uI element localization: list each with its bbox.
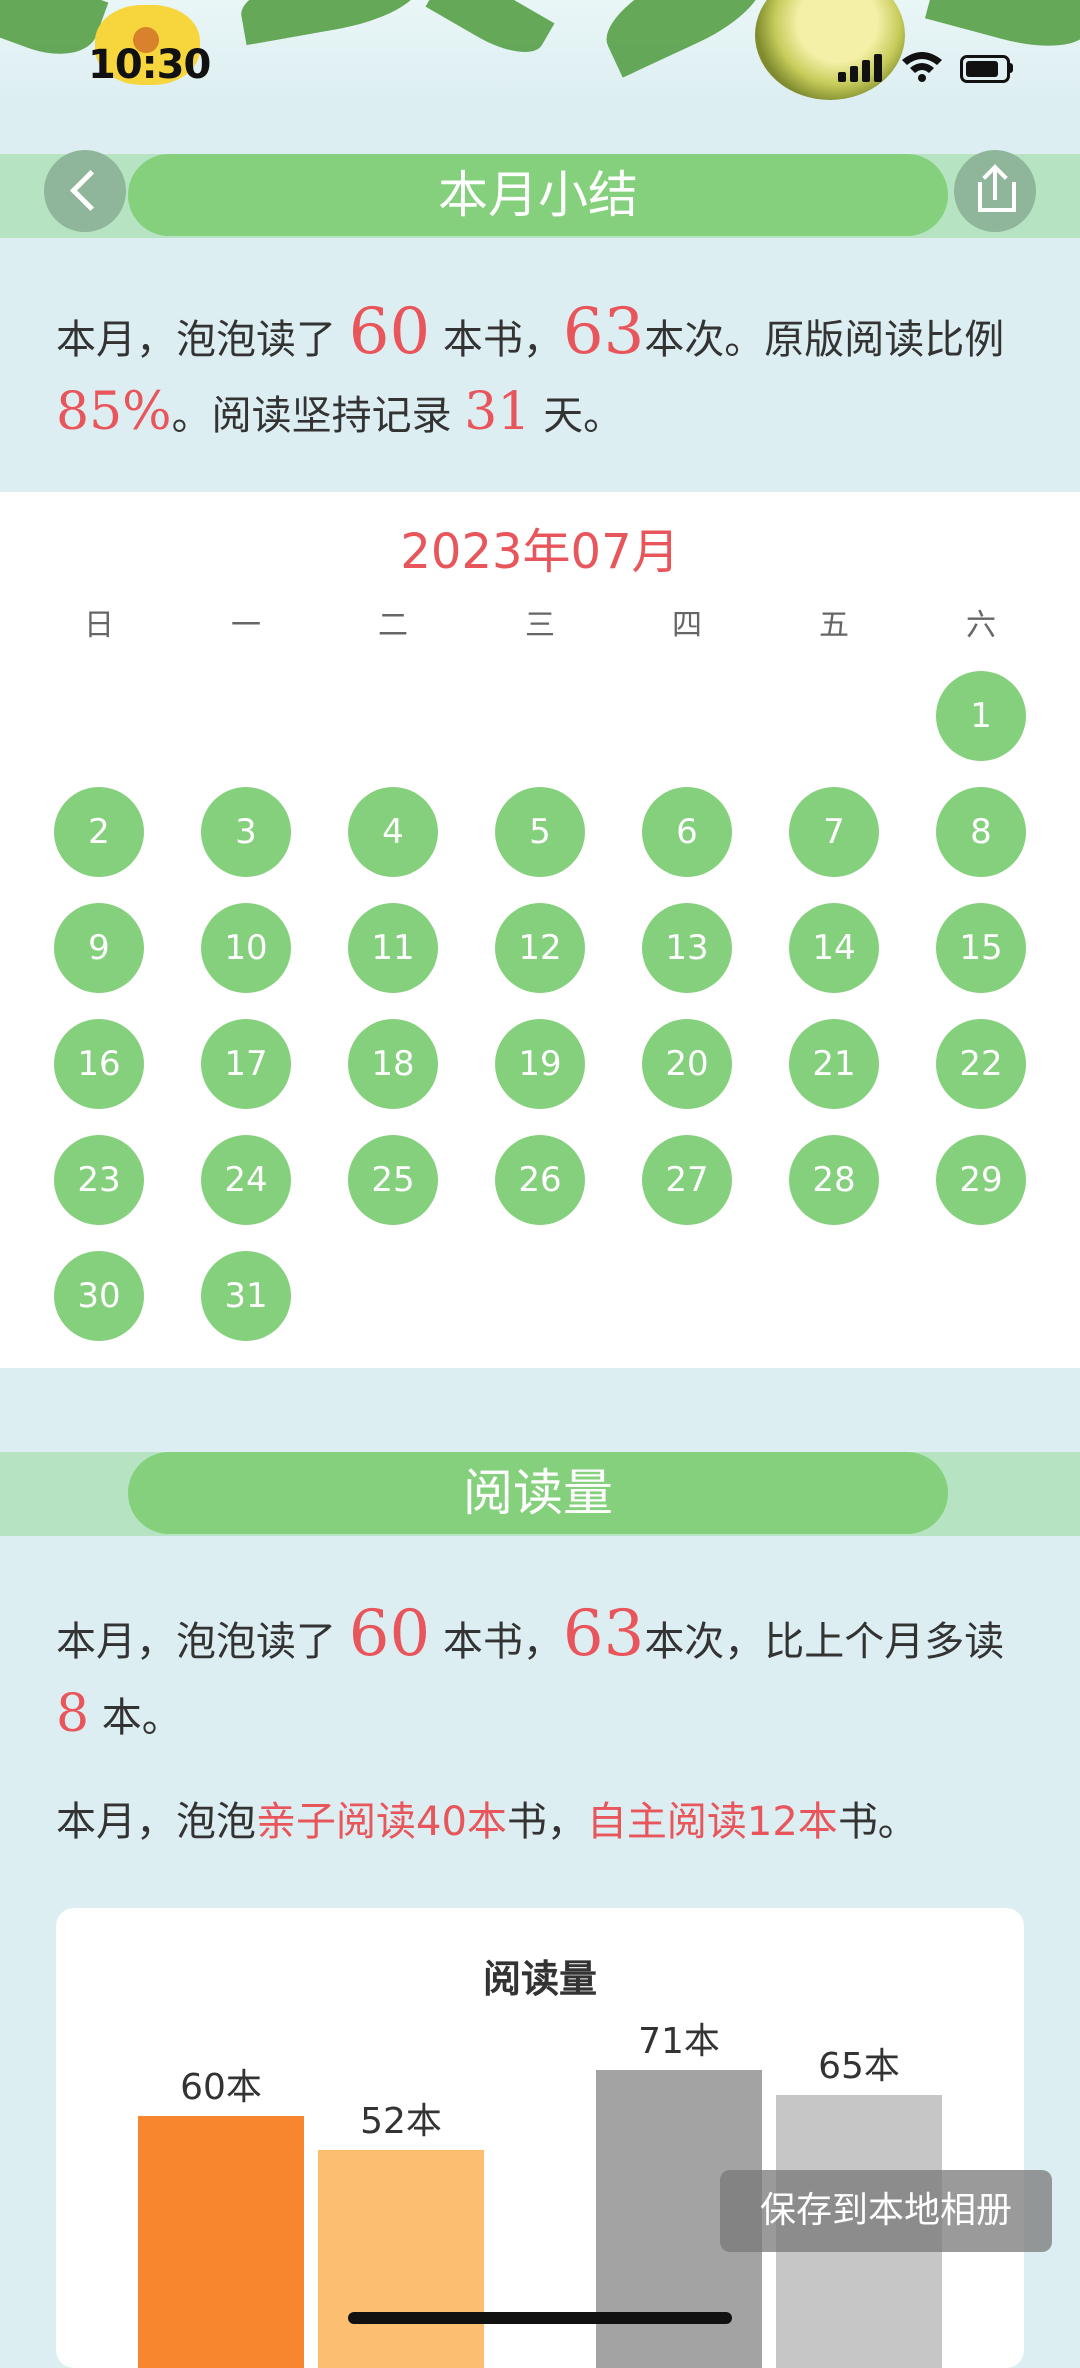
calendar-day[interactable]: 13 bbox=[642, 903, 732, 993]
calendar-day[interactable]: 19 bbox=[495, 1019, 585, 1109]
monthly-summary: 本月，泡泡读了 60 本书，63本次。原版阅读比例 85%。阅读坚持记录 31 天… bbox=[56, 296, 1031, 452]
summary-text: 。阅读坚持记录 bbox=[171, 393, 465, 439]
back-button[interactable] bbox=[44, 150, 126, 232]
reading-text: 本次，比上个月多读 bbox=[644, 1619, 1005, 1665]
calendar-day[interactable]: 18 bbox=[348, 1019, 438, 1109]
calendar-day[interactable]: 5 bbox=[495, 787, 585, 877]
chart-value-label: 60本 bbox=[180, 2067, 262, 2108]
calendar-day[interactable]: 22 bbox=[936, 1019, 1026, 1109]
save-to-album-button[interactable]: 保存到本地相册 bbox=[720, 2170, 1052, 2252]
signal-icon bbox=[838, 52, 888, 82]
page-title: 本月小结 bbox=[128, 154, 948, 236]
melon-decoration bbox=[755, 0, 905, 100]
summary-text: 本月，泡泡读了 bbox=[56, 317, 349, 363]
calendar-day[interactable]: 2 bbox=[54, 787, 144, 877]
leaf-decoration bbox=[236, 0, 424, 46]
status-time: 10:30 bbox=[88, 42, 211, 88]
reading-chart: 阅读量 60本 52本 71本 65本 bbox=[56, 1908, 1024, 2368]
streak-days: 31 bbox=[464, 382, 531, 442]
share-button[interactable] bbox=[954, 150, 1036, 232]
times-count: 63 bbox=[562, 295, 645, 369]
leaf-decoration bbox=[425, 0, 555, 67]
calendar-month: 2023年07月 bbox=[400, 524, 680, 580]
calendar-day[interactable]: 10 bbox=[201, 903, 291, 993]
calendar-day[interactable]: 4 bbox=[348, 787, 438, 877]
section-title-reading: 阅读量 bbox=[128, 1452, 948, 1534]
chart-title: 阅读量 bbox=[482, 1957, 597, 2001]
battery-tip bbox=[1009, 63, 1013, 73]
times-count: 63 bbox=[562, 1597, 645, 1671]
leaf-decoration bbox=[593, 0, 777, 78]
calendar-day[interactable]: 7 bbox=[789, 787, 879, 877]
summary-text: 本书， bbox=[430, 317, 563, 363]
reading-text: 书。 bbox=[837, 1799, 918, 1845]
original-percentage: 85% bbox=[56, 382, 172, 442]
calendar-day[interactable]: 17 bbox=[201, 1019, 291, 1109]
calendar-day[interactable]: 29 bbox=[936, 1135, 1026, 1225]
weekday-label: 二 bbox=[378, 608, 408, 643]
reading-text: 本月，泡泡读了 bbox=[56, 1619, 349, 1665]
books-count: 60 bbox=[348, 295, 431, 369]
chart-value-label: 71本 bbox=[638, 2020, 720, 2062]
weekday-label: 四 bbox=[672, 608, 702, 643]
calendar-day[interactable]: 28 bbox=[789, 1135, 879, 1225]
reading-text: 本。 bbox=[89, 1695, 182, 1741]
calendar-day[interactable]: 21 bbox=[789, 1019, 879, 1109]
calendar-day[interactable]: 23 bbox=[54, 1135, 144, 1225]
calendar-day[interactable]: 25 bbox=[348, 1135, 438, 1225]
reading-summary: 本月，泡泡读了 60 本书，63本次，比上个月多读 8 本。 bbox=[56, 1598, 1031, 1754]
weekday-label: 一 bbox=[231, 608, 261, 643]
calendar-day[interactable]: 16 bbox=[54, 1019, 144, 1109]
calendar-day[interactable]: 1 bbox=[936, 671, 1026, 761]
more-than-last-month: 8 bbox=[56, 1684, 90, 1744]
chart-bar bbox=[138, 2116, 304, 2368]
weekday-label: 五 bbox=[819, 608, 849, 643]
weekday-label: 六 bbox=[966, 608, 996, 643]
weekday-label: 三 bbox=[525, 608, 555, 643]
calendar-day[interactable]: 6 bbox=[642, 787, 732, 877]
reading-breakdown: 本月，泡泡亲子阅读40本书，自主阅读12本书。 bbox=[56, 1786, 1031, 1858]
chart-value-label: 52本 bbox=[360, 2100, 442, 2142]
parent-reading-count: 亲子阅读40本 bbox=[256, 1799, 507, 1845]
summary-text: 本次。原版阅读比例 bbox=[644, 317, 1005, 363]
books-count: 60 bbox=[348, 1597, 431, 1671]
calendar-day[interactable]: 8 bbox=[936, 787, 1026, 877]
chart-bar bbox=[318, 2149, 484, 2368]
calendar-day[interactable]: 27 bbox=[642, 1135, 732, 1225]
calendar-day[interactable]: 3 bbox=[201, 787, 291, 877]
chevron-left-icon bbox=[69, 169, 112, 212]
summary-text: 天。 bbox=[530, 393, 624, 439]
calendar-day[interactable]: 14 bbox=[789, 903, 879, 993]
reading-text: 本月，泡泡 bbox=[56, 1799, 256, 1845]
calendar-day[interactable]: 30 bbox=[54, 1251, 144, 1341]
reading-text: 本书， bbox=[430, 1619, 563, 1665]
reading-text: 书， bbox=[506, 1799, 587, 1845]
chart-value-label: 65本 bbox=[818, 2046, 900, 2087]
leaf-decoration bbox=[924, 0, 1080, 60]
self-reading-count: 自主阅读12本 bbox=[586, 1799, 838, 1845]
calendar-day[interactable]: 24 bbox=[201, 1135, 291, 1225]
calendar-day[interactable]: 31 bbox=[201, 1251, 291, 1341]
calendar-day[interactable]: 12 bbox=[495, 903, 585, 993]
calendar-day[interactable]: 11 bbox=[348, 903, 438, 993]
calendar-day[interactable]: 20 bbox=[642, 1019, 732, 1109]
calendar-day[interactable]: 26 bbox=[495, 1135, 585, 1225]
calendar-day[interactable]: 9 bbox=[54, 903, 144, 993]
weekday-label: 日 bbox=[84, 608, 114, 643]
calendar-day[interactable]: 15 bbox=[936, 903, 1026, 993]
battery-icon bbox=[960, 55, 1010, 83]
wifi-icon bbox=[900, 48, 944, 82]
home-indicator bbox=[348, 2312, 732, 2324]
